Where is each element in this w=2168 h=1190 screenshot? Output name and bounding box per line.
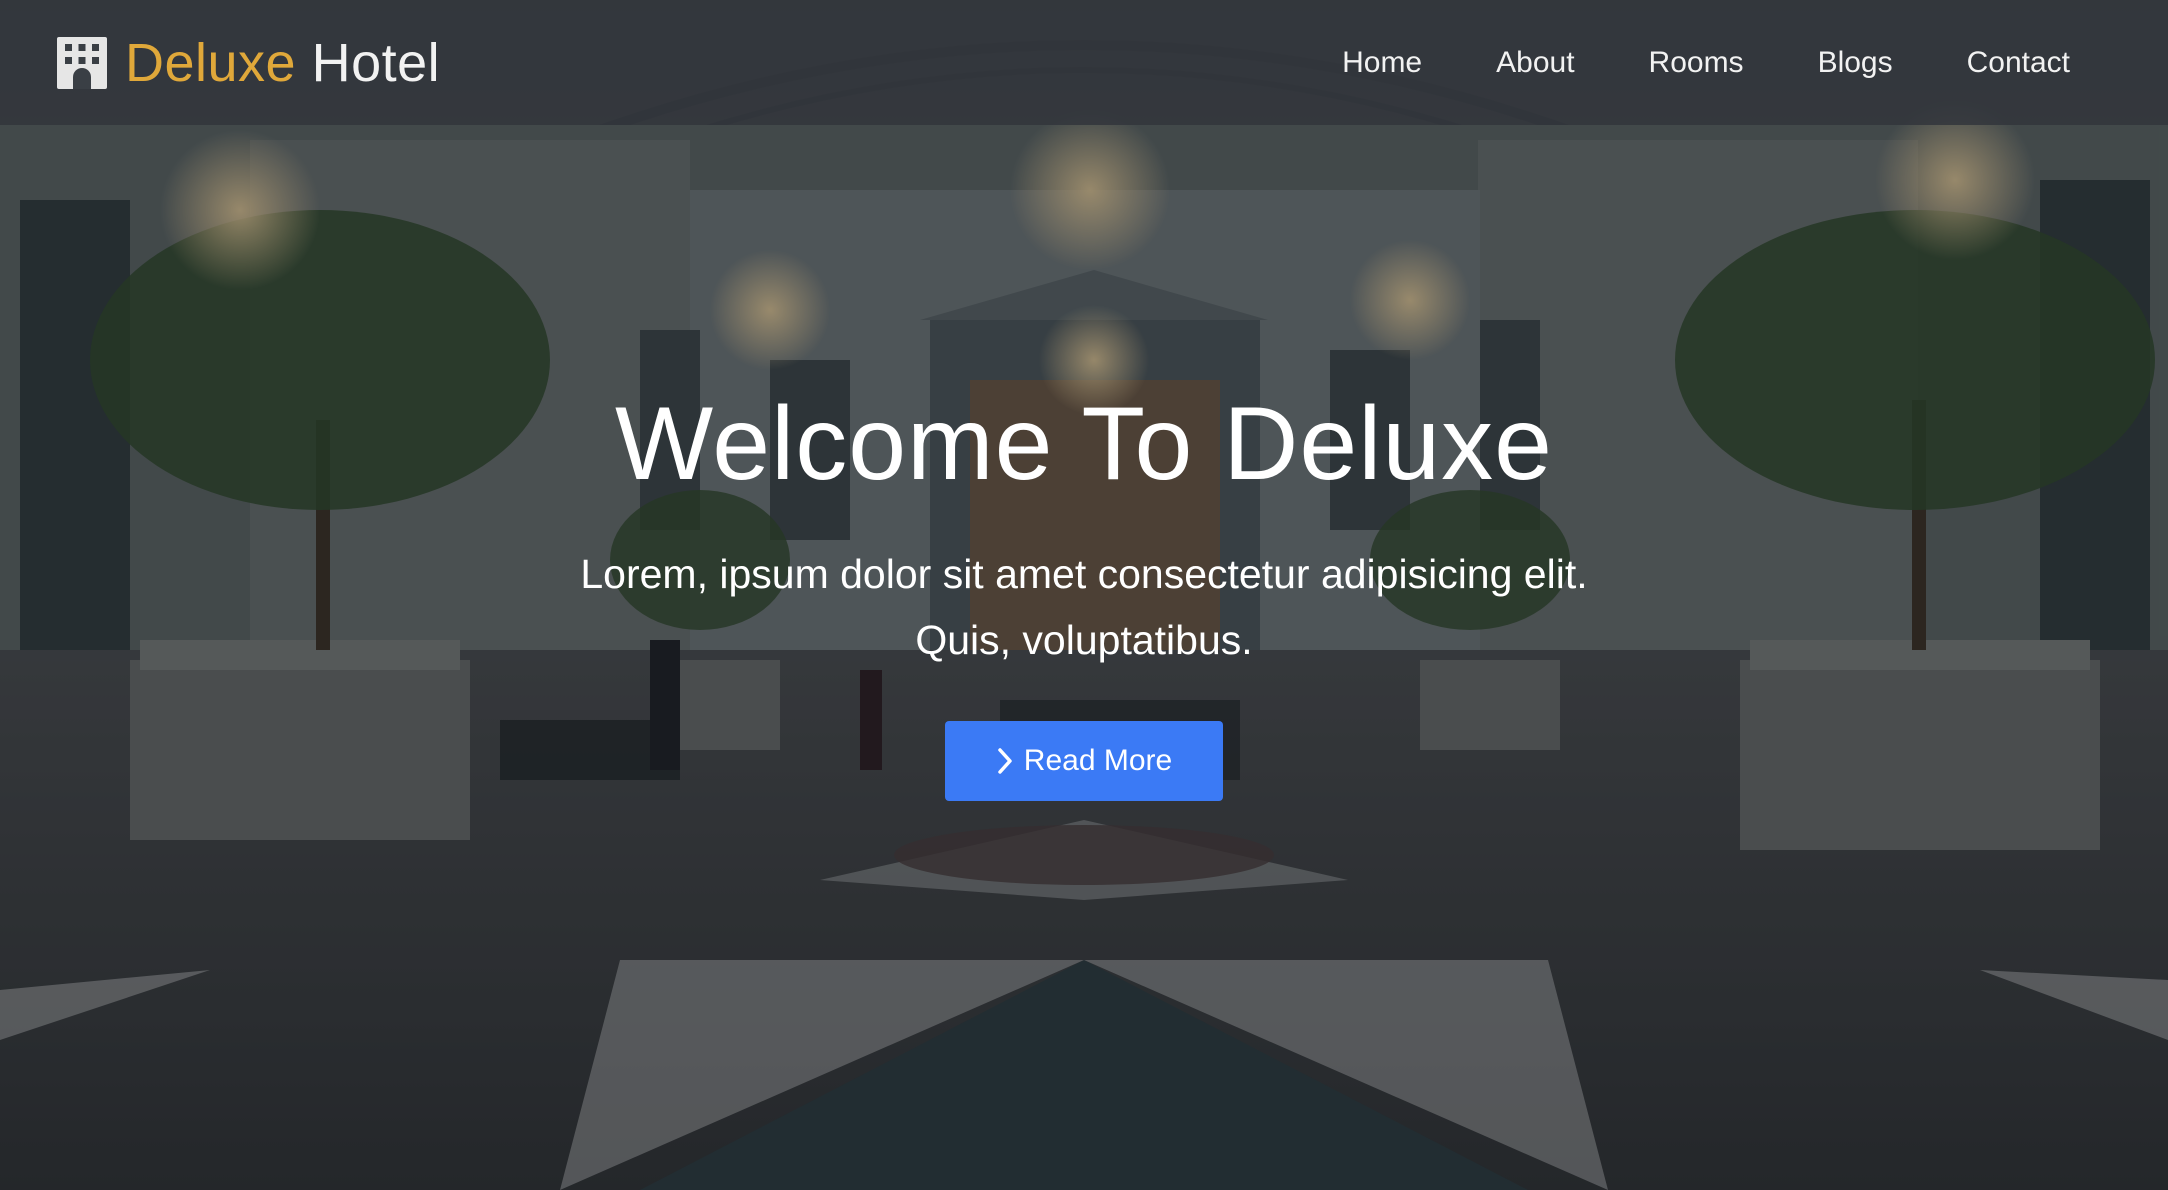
brand-name: Deluxe Hotel <box>125 36 440 90</box>
hero-title: Welcome To Deluxe <box>614 386 1554 502</box>
nav-link-contact[interactable]: Contact <box>1967 46 2070 80</box>
nav-link-rooms[interactable]: Rooms <box>1649 46 1744 80</box>
hero-content: Welcome To Deluxe Lorem, ipsum dolor sit… <box>0 386 2168 802</box>
chevron-right-icon <box>998 748 1012 774</box>
brand-name-accent: Deluxe <box>125 32 297 93</box>
main-nav: Home About Rooms Blogs Contact <box>1342 46 2070 80</box>
hero-subtitle-line-1: Lorem, ipsum dolor sit amet consectetur … <box>580 551 1588 598</box>
hero-subtitle: Lorem, ipsum dolor sit amet consectetur … <box>0 541 2168 673</box>
hotel-building-icon <box>57 36 107 89</box>
nav-link-blogs[interactable]: Blogs <box>1818 46 1893 80</box>
hero-subtitle-line-2: Quis, voluptatibus. <box>915 617 1253 664</box>
brand-logo[interactable]: Deluxe Hotel <box>55 35 440 91</box>
nav-link-home[interactable]: Home <box>1342 46 1422 80</box>
navbar: Deluxe Hotel Home About Rooms Blogs Cont… <box>0 0 2168 125</box>
read-more-button[interactable]: Read More <box>945 721 1223 802</box>
read-more-label: Read More <box>1023 744 1173 778</box>
nav-link-about[interactable]: About <box>1496 46 1574 80</box>
brand-name-rest: Hotel <box>311 32 441 93</box>
